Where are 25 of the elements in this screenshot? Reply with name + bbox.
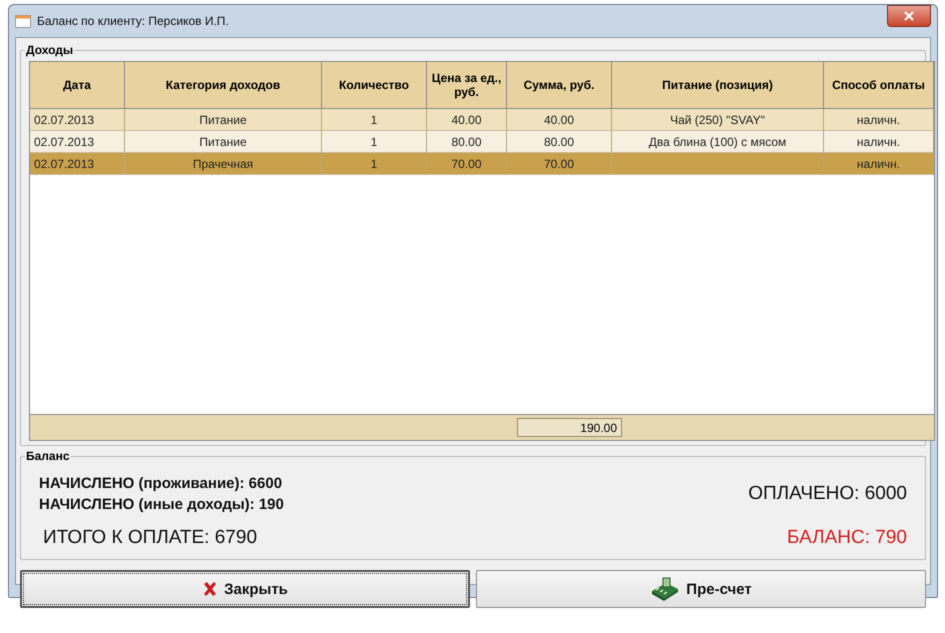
table-row[interactable]: 02.07.2013 Питание 1 80.00 80.00 Два блина (100) с мясом наличн. bbox=[30, 131, 934, 153]
table-row[interactable]: 02.07.2013 Прачечная 1 70.00 70.00 наличн. bbox=[30, 153, 934, 175]
table-cell: 70.00 bbox=[507, 153, 612, 175]
group-title: Баланс bbox=[25, 449, 71, 463]
table-cell: 02.07.2013 bbox=[30, 153, 125, 175]
balance-text: БАЛАНС: 790 bbox=[787, 527, 907, 549]
recalc-button[interactable]: Пре-счет bbox=[476, 570, 926, 608]
table-cell: Прачечная bbox=[125, 153, 322, 175]
group-title: Доходы bbox=[25, 43, 74, 57]
table-cell: наличн. bbox=[824, 153, 934, 175]
close-window-button[interactable] bbox=[887, 5, 931, 27]
close-icon bbox=[904, 11, 914, 21]
close-button[interactable]: Закрыть bbox=[20, 570, 470, 608]
table-cell: 1 bbox=[322, 153, 427, 175]
close-icon bbox=[202, 581, 218, 597]
table-cell: 70.00 bbox=[427, 153, 507, 175]
table-row[interactable]: 02.07.2013 Питание 1 40.00 40.00 Чай (250) "SVAY" наличн. bbox=[30, 109, 934, 131]
window-title: Баланс по клиенту: Персиков И.П. bbox=[37, 14, 229, 28]
paid-text: ОПЛАЧЕНО: 6000 bbox=[748, 483, 907, 505]
window-icon bbox=[15, 14, 31, 28]
accrued-other-text: НАЧИСЛЕНО (иные доходы): 190 bbox=[39, 496, 285, 513]
accrued-living-text: НАЧИСЛЕНО (проживание): 6600 bbox=[39, 475, 284, 492]
calculator-icon bbox=[650, 577, 680, 601]
total-due-text: ИТОГО К ОПЛАТЕ: 6790 bbox=[42, 527, 258, 549]
total-cell: 190.00 bbox=[517, 418, 622, 437]
